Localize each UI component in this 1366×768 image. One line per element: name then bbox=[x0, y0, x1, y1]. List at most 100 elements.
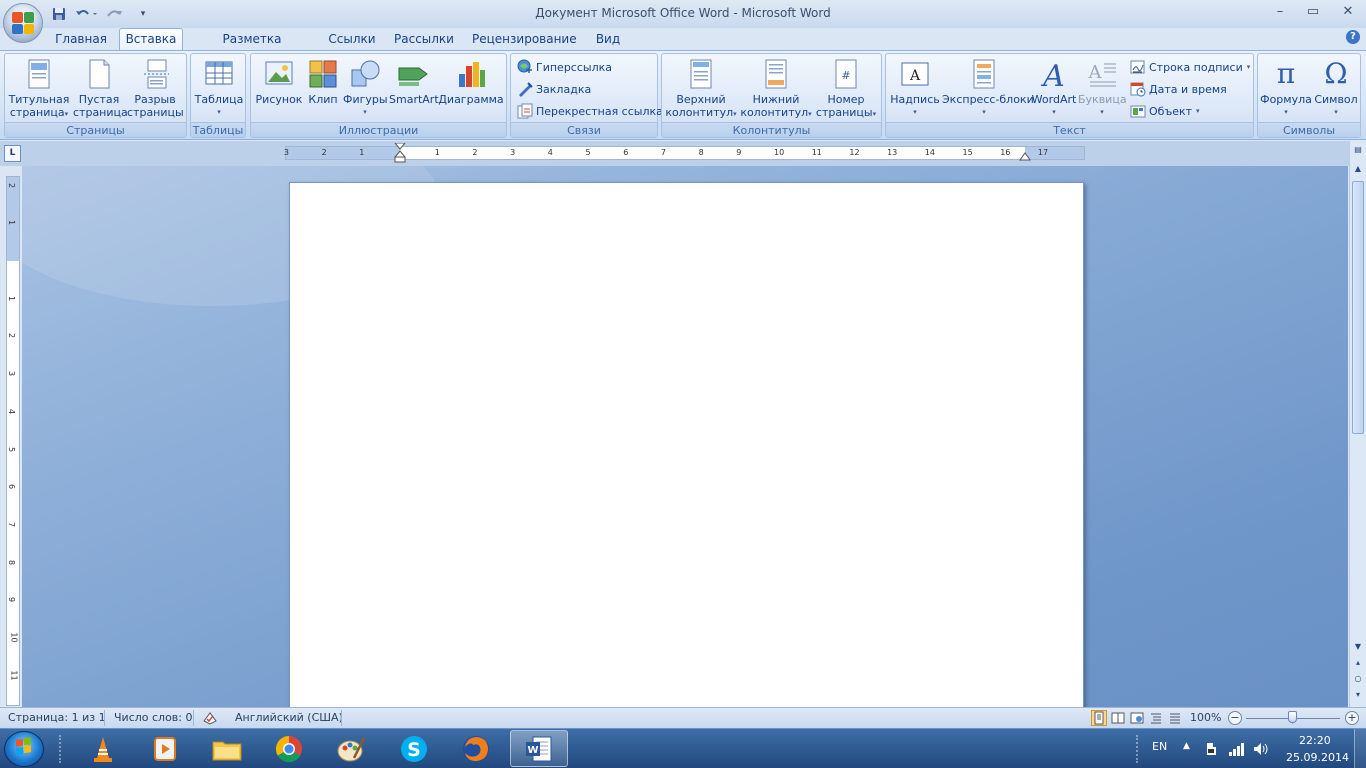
date-time-button[interactable]: Дата и время bbox=[1130, 80, 1227, 98]
textbox-button[interactable]: A Надпись ▾ bbox=[889, 58, 941, 119]
vertical-ruler[interactable]: 2 1 1 2 3 4 5 6 7 8 9 10 11 bbox=[6, 176, 20, 706]
dropdown-arrow-icon: ▾ bbox=[1284, 108, 1288, 116]
browse-object-icon[interactable]: ○ bbox=[1352, 673, 1364, 685]
ruler-number: 2 bbox=[7, 182, 17, 188]
wordart-button[interactable]: A WordArt ▾ bbox=[1028, 58, 1080, 119]
taskbar-media-player[interactable] bbox=[136, 730, 194, 767]
zoom-level[interactable]: 100% bbox=[1190, 711, 1221, 724]
tab-review[interactable]: Рецензирование bbox=[472, 29, 577, 50]
taskbar-file-explorer[interactable] bbox=[198, 730, 256, 767]
clipart-button[interactable]: Клип bbox=[305, 58, 341, 106]
document-page[interactable] bbox=[289, 182, 1084, 707]
web-layout-view-icon[interactable] bbox=[1129, 710, 1145, 726]
symbol-button[interactable]: Ω Символ ▾ bbox=[1312, 58, 1360, 119]
ruler-number: 5 bbox=[585, 148, 591, 157]
taskbar-paint[interactable] bbox=[322, 730, 380, 767]
tab-selector-button[interactable]: L bbox=[4, 145, 21, 162]
dropdown-arrow-icon: ▾ bbox=[1246, 63, 1251, 71]
language-status[interactable]: Английский (США) bbox=[235, 711, 343, 724]
ruler-number: 7 bbox=[660, 148, 666, 157]
maximize-button[interactable]: ▭ bbox=[1300, 2, 1326, 22]
minimize-button[interactable]: – bbox=[1267, 2, 1293, 22]
tab-insert[interactable]: Вставка bbox=[119, 28, 183, 51]
page-break-button[interactable]: Разрыв страницы bbox=[127, 58, 184, 119]
proofing-icon[interactable] bbox=[202, 711, 218, 725]
shapes-button[interactable]: Фигуры ▾ bbox=[343, 58, 388, 119]
hyperlink-button[interactable]: Гиперссылка bbox=[517, 58, 612, 76]
next-page-icon[interactable]: ▾ bbox=[1352, 689, 1364, 701]
scroll-thumb[interactable] bbox=[1352, 181, 1364, 434]
outline-view-icon[interactable] bbox=[1148, 710, 1164, 726]
volume-icon[interactable] bbox=[1252, 741, 1268, 757]
draft-view-icon[interactable] bbox=[1167, 710, 1183, 726]
zoom-out-button[interactable]: − bbox=[1228, 711, 1242, 725]
scroll-down-icon[interactable]: ▼ bbox=[1352, 641, 1364, 653]
bookmark-button[interactable]: Закладка bbox=[517, 80, 591, 98]
tab-mailings[interactable]: Рассылки bbox=[392, 29, 456, 50]
right-indent-marker-icon[interactable] bbox=[1019, 151, 1031, 161]
clock-time[interactable]: 22:20 bbox=[1299, 734, 1331, 747]
vertical-scrollbar[interactable]: ▤ ▲ ▼ ▴ ○ ▾ bbox=[1349, 141, 1366, 707]
start-button[interactable] bbox=[4, 731, 44, 767]
zoom-in-button[interactable]: + bbox=[1345, 711, 1359, 725]
tab-home[interactable]: Главная bbox=[52, 29, 110, 50]
taskbar-chrome[interactable] bbox=[260, 730, 318, 767]
tab-page-layout[interactable]: Разметка страницы bbox=[193, 29, 311, 67]
print-layout-view-icon[interactable] bbox=[1091, 710, 1107, 726]
dropdown-arrow-icon: ▾ bbox=[64, 110, 69, 118]
horizontal-ruler[interactable]: 3 2 1 1 2 3 4 5 6 7 8 9 10 11 12 13 14 15 16 17 bbox=[284, 143, 1085, 163]
page-break-label-2: страницы bbox=[127, 106, 184, 119]
quick-parts-button[interactable]: Экспресс-блоки ▾ bbox=[942, 58, 1034, 119]
cross-reference-button[interactable]: Перекрестная ссылка bbox=[517, 102, 663, 120]
chart-button[interactable]: Диаграмма bbox=[438, 58, 504, 106]
scroll-up-icon[interactable]: ▲ bbox=[1352, 163, 1364, 175]
status-divider bbox=[193, 710, 194, 726]
file-explorer-icon bbox=[212, 741, 242, 760]
ruler-number: 14 bbox=[924, 148, 935, 157]
group-tables-label: Таблицы bbox=[191, 122, 245, 137]
clock-date[interactable]: 25.09.2014 bbox=[1286, 751, 1349, 764]
signature-line-button[interactable]: Строка подписи ▾ bbox=[1130, 58, 1250, 76]
ribbon-tabs: Главная Вставка Разметка страницы Ссылки… bbox=[0, 28, 1366, 67]
group-links-label: Связи bbox=[511, 122, 657, 137]
object-button[interactable]: Объект ▾ bbox=[1130, 102, 1200, 120]
office-button[interactable] bbox=[3, 3, 43, 43]
taskbar-skype[interactable]: S bbox=[385, 730, 443, 767]
tab-view[interactable]: Вид bbox=[590, 29, 626, 50]
indent-marker-icon[interactable] bbox=[394, 143, 406, 163]
ruler-number: 10 bbox=[774, 148, 785, 157]
close-button[interactable]: ✕ bbox=[1335, 2, 1361, 22]
word-count-status[interactable]: Число слов: 0 bbox=[114, 711, 193, 724]
table-button[interactable]: Таблица ▾ bbox=[194, 58, 244, 119]
table-label: Таблица bbox=[194, 93, 244, 106]
footer-button[interactable]: Нижний колонтитул▾ bbox=[740, 58, 812, 121]
dropcap-icon: A bbox=[1088, 62, 1116, 87]
dropdown-arrow-icon: ▾ bbox=[913, 108, 917, 116]
smartart-button[interactable]: SmartArt bbox=[389, 58, 439, 106]
svg-text:W: W bbox=[527, 745, 538, 756]
taskbar-word[interactable]: W bbox=[510, 730, 568, 767]
action-center-icon[interactable] bbox=[1203, 741, 1219, 757]
tab-references[interactable]: Ссылки bbox=[325, 29, 379, 50]
zoom-slider-thumb[interactable] bbox=[1288, 711, 1297, 723]
taskbar-firefox[interactable] bbox=[447, 730, 505, 767]
equation-button[interactable]: π Формула ▾ bbox=[1259, 58, 1313, 119]
help-button[interactable]: ? bbox=[1346, 30, 1360, 44]
header-button[interactable]: Верхний колонтитул▾ bbox=[665, 58, 737, 121]
cover-page-button[interactable]: Титульная страница▾ bbox=[8, 58, 70, 121]
dropcap-button[interactable]: A Буквица ▾ bbox=[1078, 58, 1127, 119]
full-screen-reading-view-icon[interactable] bbox=[1110, 710, 1126, 726]
picture-button[interactable]: Рисунок bbox=[254, 58, 304, 106]
ruler-toggle-icon[interactable]: ▤ bbox=[1352, 144, 1364, 156]
input-language[interactable]: EN bbox=[1152, 740, 1167, 753]
taskbar-grip bbox=[59, 735, 63, 763]
show-desktop-button[interactable] bbox=[1354, 729, 1366, 768]
network-signal-icon[interactable] bbox=[1228, 741, 1246, 757]
page-number-button[interactable]: # Номер страницы▾ bbox=[814, 58, 878, 121]
chart-label: Диаграмма bbox=[438, 93, 504, 106]
blank-page-button[interactable]: Пустая страница bbox=[73, 58, 128, 119]
show-hidden-icons-icon[interactable]: ▲ bbox=[1183, 741, 1190, 751]
page-count-status[interactable]: Страница: 1 из 1 bbox=[8, 711, 106, 724]
previous-page-icon[interactable]: ▴ bbox=[1352, 657, 1364, 669]
taskbar-vlc[interactable] bbox=[74, 730, 132, 767]
